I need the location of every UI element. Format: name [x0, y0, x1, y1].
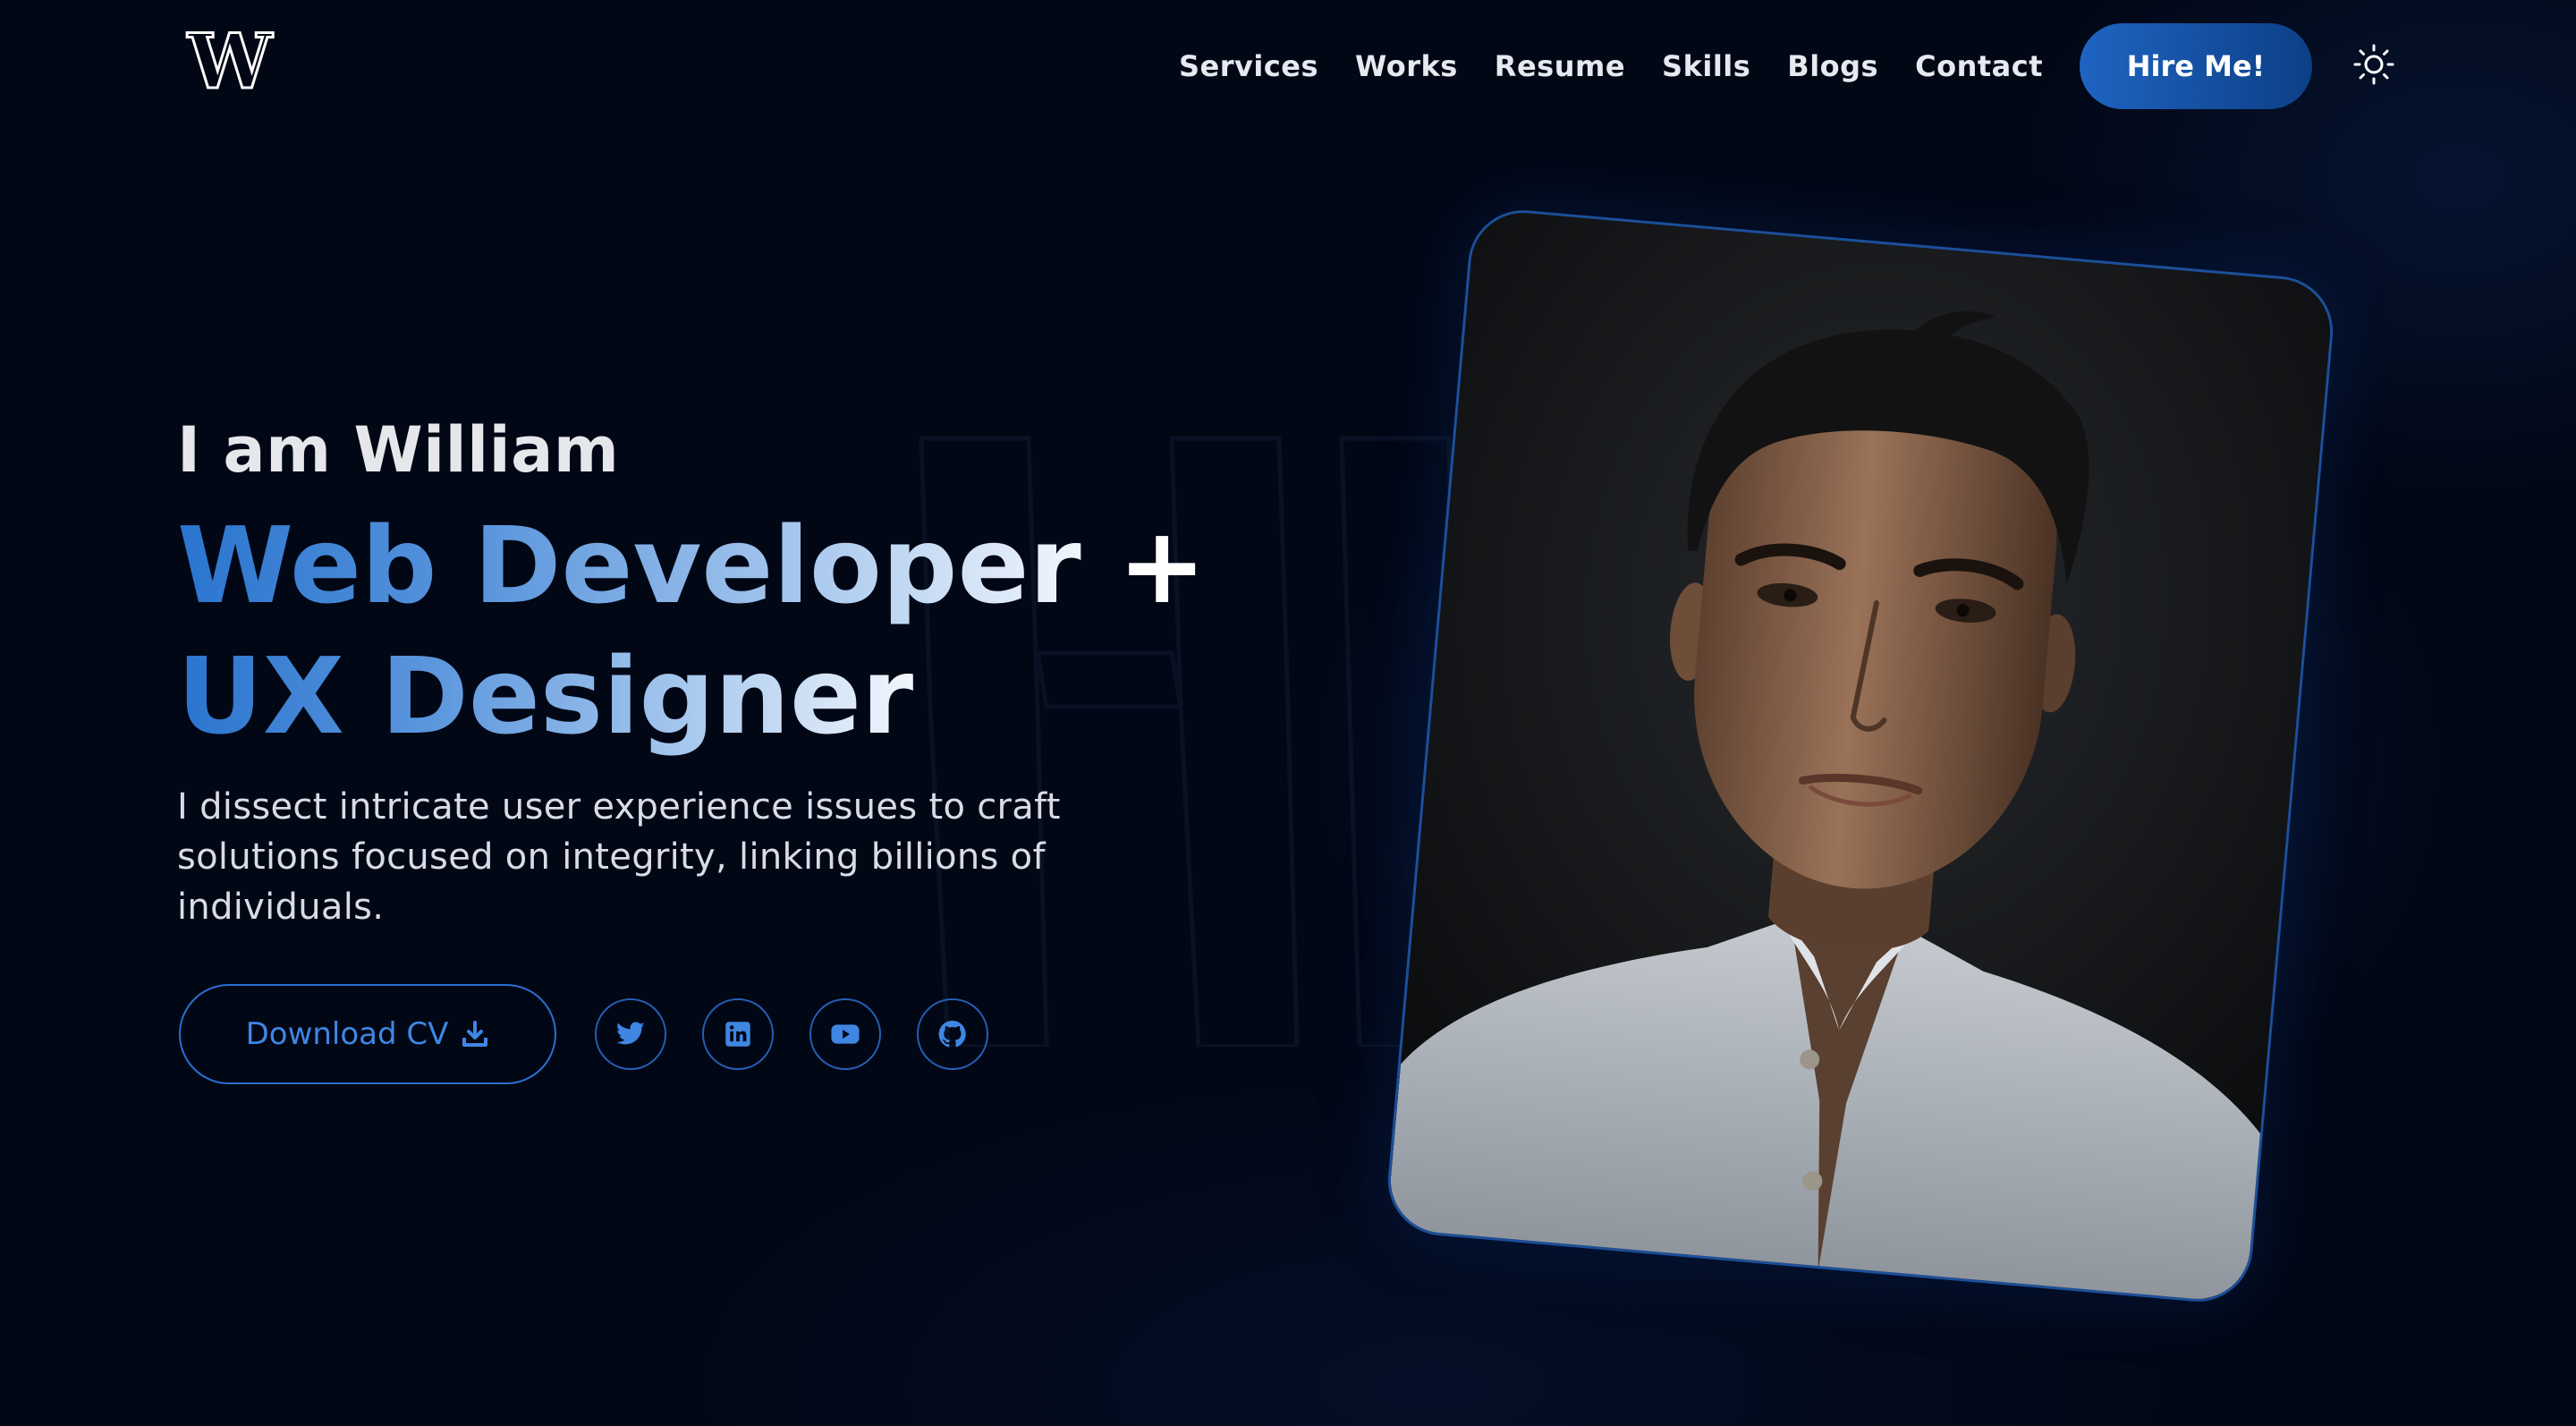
- youtube-link[interactable]: [809, 998, 881, 1070]
- role-plus: +: [1117, 504, 1207, 627]
- twitter-link[interactable]: [595, 998, 666, 1070]
- svg-text:W: W: [187, 27, 274, 98]
- download-cv-label: Download CV: [245, 1016, 449, 1052]
- hire-me-button[interactable]: Hire Me!: [2080, 23, 2312, 109]
- portrait-illustration: [1385, 208, 2338, 1307]
- role-line-2: UX Designer: [177, 633, 913, 759]
- nav-blogs[interactable]: Blogs: [1787, 49, 1878, 83]
- logo[interactable]: W: [179, 27, 281, 98]
- nav-works[interactable]: Works: [1355, 49, 1458, 83]
- nav-services[interactable]: Services: [1179, 49, 1318, 83]
- linkedin-icon: [725, 1022, 750, 1047]
- nav-contact[interactable]: Contact: [1915, 49, 2043, 83]
- role-line-1: Web Developer +: [177, 503, 1207, 628]
- greeting: I am William: [177, 413, 620, 487]
- youtube-icon: [831, 1024, 860, 1044]
- github-icon: [938, 1020, 966, 1048]
- main-nav: Services Works Resume Skills Blogs Conta…: [1179, 23, 2312, 109]
- nav-resume[interactable]: Resume: [1495, 49, 1625, 83]
- nav-skills[interactable]: Skills: [1662, 49, 1750, 83]
- page: W Services Works Resume Skills Blogs Con…: [0, 0, 2576, 1426]
- download-icon: [462, 1021, 488, 1047]
- sun-icon[interactable]: [2352, 43, 2395, 86]
- portrait-photo: [1383, 205, 2338, 1307]
- role-ux-designer: UX Designer: [177, 634, 914, 758]
- role-web-developer: Web Developer: [177, 504, 1081, 627]
- download-cv-button[interactable]: Download CV: [179, 984, 556, 1084]
- twitter-icon: [616, 1022, 645, 1045]
- github-link[interactable]: [917, 998, 988, 1070]
- intro-text: I dissect intricate user experience issu…: [177, 786, 1061, 928]
- linkedin-link[interactable]: [702, 998, 774, 1070]
